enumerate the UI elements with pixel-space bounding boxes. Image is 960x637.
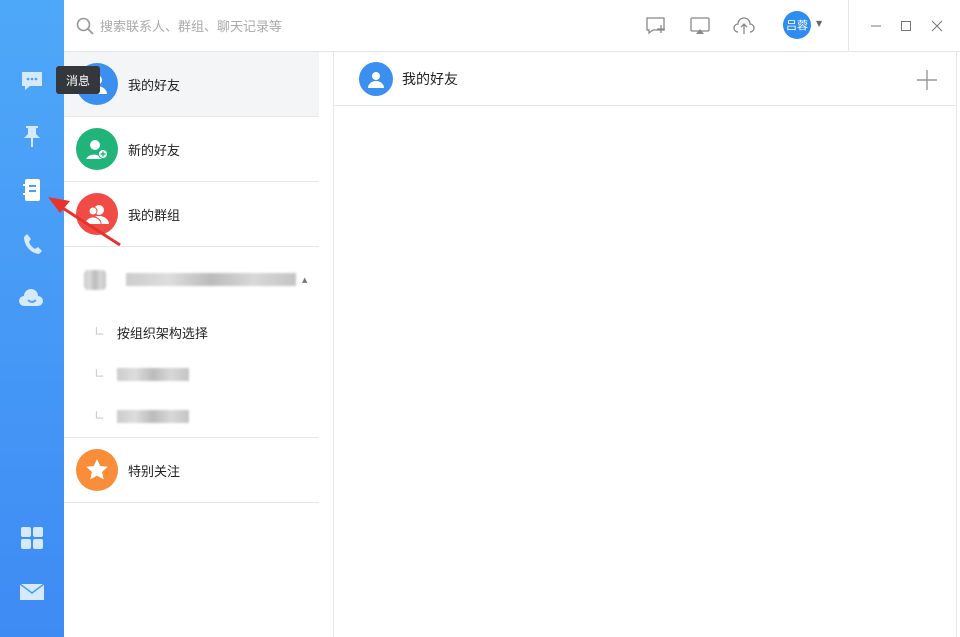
org-sub-item[interactable]: ∟按组织架构选择 <box>94 322 208 342</box>
message-icon[interactable] <box>17 66 47 96</box>
mail-icon[interactable] <box>17 577 47 607</box>
tooltip: 消息 <box>56 66 100 94</box>
list-item-new-friends[interactable]: 新的好友 <box>64 117 319 182</box>
close-icon[interactable] <box>925 14 949 38</box>
apps-grid-icon[interactable] <box>17 523 47 553</box>
user-menu-caret-icon[interactable]: ▼ <box>816 19 822 28</box>
org-sub-item[interactable]: ∟ <box>94 364 189 384</box>
blurred-label <box>117 410 189 423</box>
search-placeholder: 搜索联系人、群组、聊天记录等 <box>100 16 282 35</box>
list-item-special[interactable]: 特别关注 <box>64 437 319 503</box>
add-user-icon <box>76 128 118 170</box>
minimize-icon[interactable] <box>864 14 888 38</box>
item-label: 按组织架构选择 <box>117 323 208 342</box>
list-item-my-friends[interactable]: 我的好友 <box>64 52 319 117</box>
org-logo-blurred <box>84 270 106 290</box>
search-input[interactable]: 搜索联系人、群组、聊天记录等 <box>76 16 282 35</box>
search-icon <box>76 17 94 35</box>
collapse-caret-icon[interactable]: ▲ <box>302 276 307 284</box>
contacts-list: 我的好友 新的好友 我的群组 ▲ ∟按组织架构选择 ∟ ∟ 特别关注 <box>64 52 319 637</box>
org-name-blurred <box>126 273 296 286</box>
org-header[interactable]: ▲ <box>64 247 319 312</box>
maximize-icon[interactable] <box>894 14 918 38</box>
item-label: 新的好友 <box>128 140 180 159</box>
screen-share-icon[interactable] <box>688 14 712 38</box>
main-pane: 我的好友 <box>333 52 957 637</box>
user-icon <box>359 62 393 96</box>
add-icon[interactable] <box>916 69 938 91</box>
sidebar <box>0 0 64 637</box>
org-sub-item[interactable]: ∟ <box>94 406 189 426</box>
item-label: 特别关注 <box>128 461 180 480</box>
main-title: 我的好友 <box>402 69 458 89</box>
main-header: 我的好友 <box>334 52 956 106</box>
user-avatar[interactable]: 吕蓉 <box>783 11 811 39</box>
cloud-icon[interactable] <box>17 283 47 313</box>
pin-icon[interactable] <box>17 121 47 151</box>
cloud-upload-icon[interactable] <box>732 14 756 38</box>
item-label: 我的好友 <box>128 75 180 94</box>
new-chat-icon[interactable] <box>644 14 668 38</box>
divider <box>848 0 849 52</box>
top-bar: 搜索联系人、群组、聊天记录等 吕蓉 ▼ <box>64 0 960 52</box>
red-arrow-annotation <box>40 190 130 250</box>
star-icon <box>76 449 118 491</box>
blurred-label <box>117 368 189 381</box>
item-label: 我的群组 <box>128 205 180 224</box>
